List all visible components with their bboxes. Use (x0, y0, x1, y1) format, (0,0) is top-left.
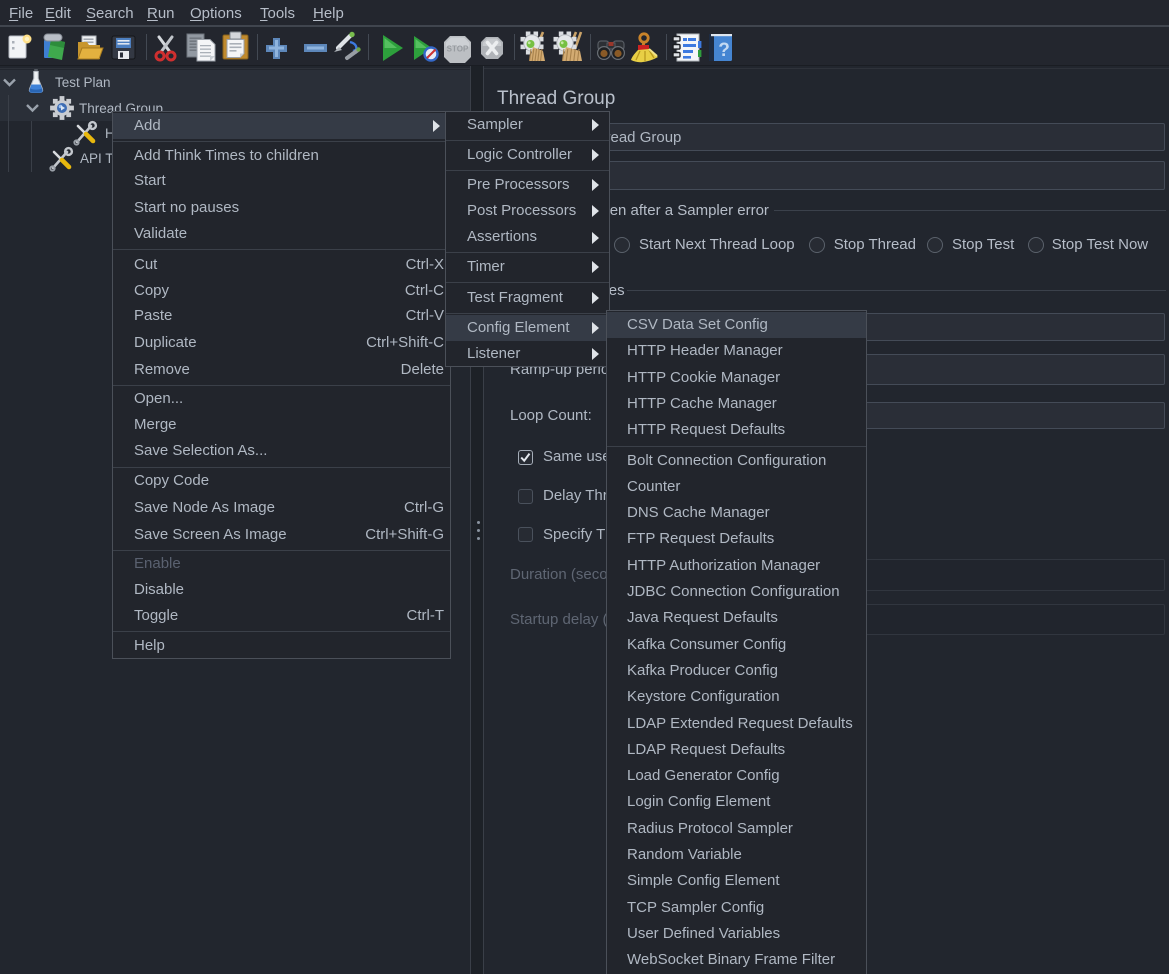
svg-text:?: ? (718, 40, 730, 61)
svg-text:STOP: STOP (447, 45, 469, 54)
